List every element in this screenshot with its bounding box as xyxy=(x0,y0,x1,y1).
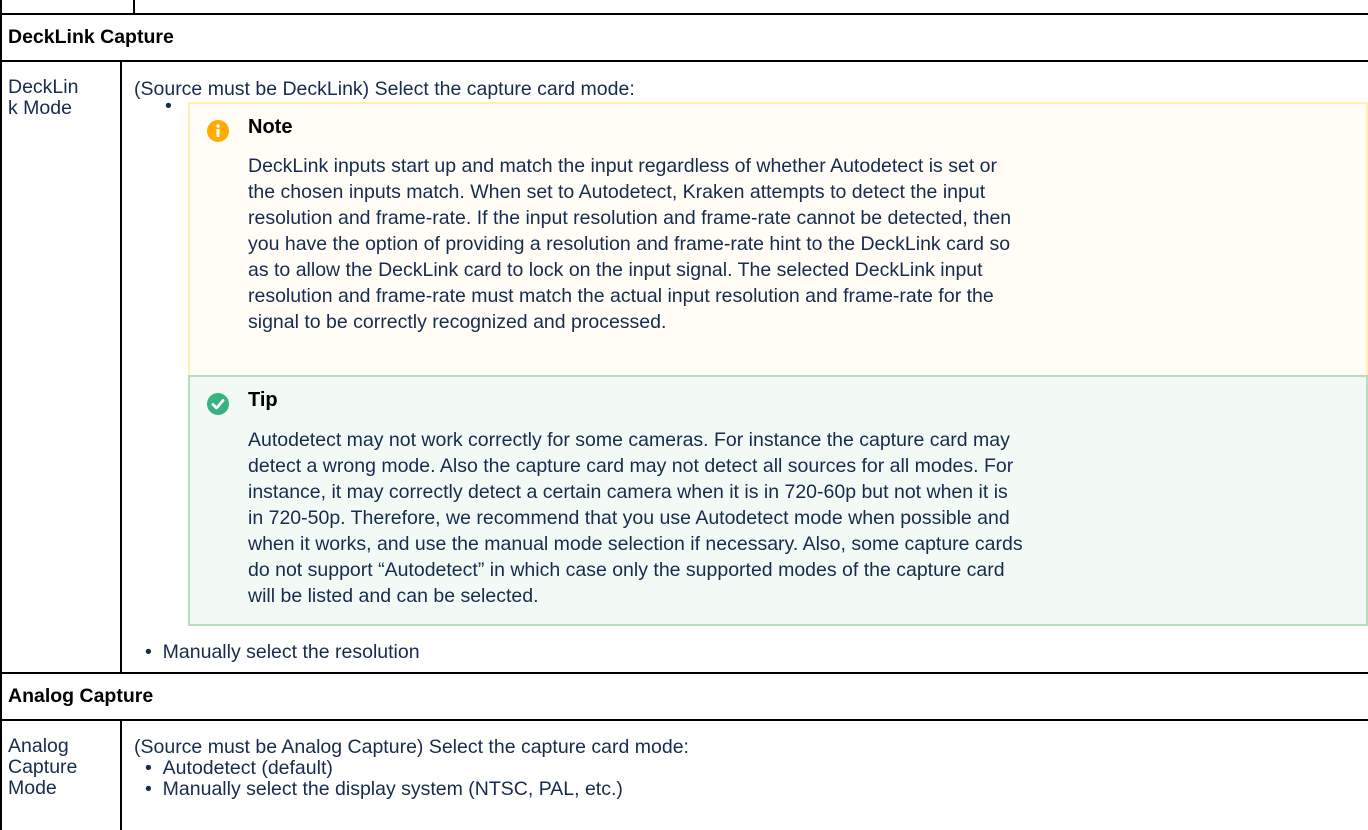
column-divider xyxy=(120,720,122,830)
table-left-border xyxy=(0,0,2,830)
bullet-marker: • xyxy=(145,757,163,779)
table-row-divider xyxy=(0,672,1368,674)
table-row-divider xyxy=(0,60,1368,62)
parameters-table: DeckLink Capture DeckLin k Mode (Source … xyxy=(0,0,1368,830)
note-title: Note xyxy=(248,116,293,138)
description-intro: (Source must be Analog Capture) Select t… xyxy=(134,736,689,758)
note-body: DeckLink inputs start up and match the i… xyxy=(248,155,1012,333)
parameter-name: Analog Capture Mode xyxy=(8,735,78,799)
list-item: • Manually select the resolution xyxy=(145,641,420,663)
list-item: • Autodetect (default) xyxy=(145,757,333,779)
tip-panel: Tip Autodetect may not work correctly fo… xyxy=(188,375,1368,626)
bullet-marker: • xyxy=(165,95,172,117)
top-stub-divider xyxy=(133,0,135,14)
column-divider xyxy=(120,61,122,673)
table-row-divider xyxy=(0,719,1368,721)
list-item: • Manually select the display system (NT… xyxy=(145,778,623,800)
tip-title: Tip xyxy=(248,389,278,411)
note-panel: Note DeckLink inputs start up and match … xyxy=(188,102,1368,420)
parameter-name: DeckLin k Mode xyxy=(8,76,79,119)
section-title: Analog Capture xyxy=(8,685,154,707)
table-row-divider xyxy=(0,13,1368,15)
description-intro: (Source must be DeckLink) Select the cap… xyxy=(134,78,635,100)
check-circle-icon xyxy=(207,393,229,415)
bullet-marker: • xyxy=(145,641,163,663)
bullet-marker: • xyxy=(145,778,163,800)
section-title: DeckLink Capture xyxy=(8,26,174,48)
tip-body: Autodetect may not work correctly for so… xyxy=(248,429,1023,607)
info-icon xyxy=(207,120,229,142)
